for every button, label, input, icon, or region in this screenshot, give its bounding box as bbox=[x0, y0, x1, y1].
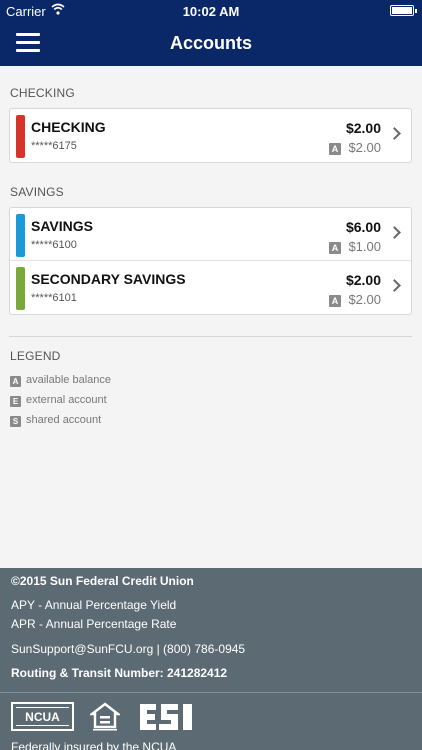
checking-accounts-card: CHECKING *****6175 $2.00 A $2.00 bbox=[9, 108, 412, 163]
apy-note: APY - Annual Percentage Yield bbox=[11, 598, 177, 612]
available-balance: $1.00 bbox=[348, 239, 381, 254]
account-number: *****6100 bbox=[31, 239, 77, 251]
account-balance: $2.00 bbox=[345, 272, 381, 288]
section-title-checking: CHECKING bbox=[10, 86, 75, 100]
section-title-legend: LEGEND bbox=[10, 349, 61, 363]
legend-label: external account bbox=[26, 394, 107, 406]
legend-badge: S bbox=[10, 416, 21, 427]
chevron-right-icon bbox=[388, 226, 401, 239]
equal-housing-lender-icon bbox=[90, 702, 120, 731]
available-badge: A bbox=[329, 242, 341, 254]
clock: 10:02 AM bbox=[182, 4, 240, 19]
account-number: *****6175 bbox=[31, 140, 77, 152]
chevron-right-icon bbox=[388, 127, 401, 140]
esi-logo-icon bbox=[140, 704, 192, 730]
chevron-right-icon bbox=[388, 279, 401, 292]
battery-icon bbox=[390, 5, 417, 16]
savings-accounts-card: SAVINGS *****6100 $6.00 A $1.00 SECONDAR… bbox=[9, 207, 412, 315]
account-row[interactable]: SAVINGS *****6100 $6.00 A $1.00 bbox=[10, 208, 411, 261]
legend-label: available balance bbox=[26, 374, 112, 386]
account-color-bar bbox=[16, 267, 25, 310]
page-title: Accounts bbox=[169, 33, 252, 53]
account-name: CHECKING bbox=[31, 119, 106, 135]
apr-note: APR - Annual Percentage Rate bbox=[11, 617, 177, 631]
section-title-savings: SAVINGS bbox=[10, 185, 64, 199]
account-balance: $6.00 bbox=[345, 219, 381, 235]
account-balance: $2.00 bbox=[345, 120, 381, 136]
account-color-bar bbox=[16, 115, 25, 158]
divider bbox=[9, 336, 412, 337]
footer: ©2015 Sun Federal Credit Union APY - Ann… bbox=[0, 568, 422, 750]
footer-divider bbox=[0, 692, 422, 693]
account-number: *****6101 bbox=[31, 292, 77, 304]
status-bar: Carrier 10:02 AM bbox=[0, 0, 422, 22]
ncua-logo: NCUA bbox=[11, 702, 74, 731]
account-name: SAVINGS bbox=[31, 218, 93, 234]
nav-bar: Accounts bbox=[0, 22, 422, 66]
legend-item: Aavailable balance bbox=[10, 374, 111, 387]
ncua-logo-text: NCUA bbox=[25, 710, 60, 724]
account-color-bar bbox=[16, 214, 25, 257]
available-badge: A bbox=[329, 295, 341, 307]
routing-number: Routing & Transit Number: 241282412 bbox=[11, 666, 228, 680]
legend-badge: E bbox=[10, 396, 21, 407]
legend-item: Eexternal account bbox=[10, 394, 107, 407]
copyright: ©2015 Sun Federal Credit Union bbox=[11, 574, 194, 588]
account-row[interactable]: SECONDARY SAVINGS *****6101 $2.00 A $2.0… bbox=[10, 261, 411, 314]
legend-item: Sshared account bbox=[10, 414, 101, 427]
account-row[interactable]: CHECKING *****6175 $2.00 A $2.00 bbox=[10, 109, 411, 162]
account-name: SECONDARY SAVINGS bbox=[31, 271, 186, 287]
insured-notice: Federally insured by the NCUA bbox=[11, 740, 177, 750]
legend-badge: A bbox=[10, 376, 21, 387]
legend-label: shared account bbox=[26, 414, 102, 426]
available-balance: $2.00 bbox=[348, 292, 381, 307]
contact-link[interactable]: SunSupport@SunFCU.org | (800) 786-0945 bbox=[11, 642, 245, 656]
available-badge: A bbox=[329, 143, 341, 155]
available-balance: $2.00 bbox=[348, 140, 381, 155]
